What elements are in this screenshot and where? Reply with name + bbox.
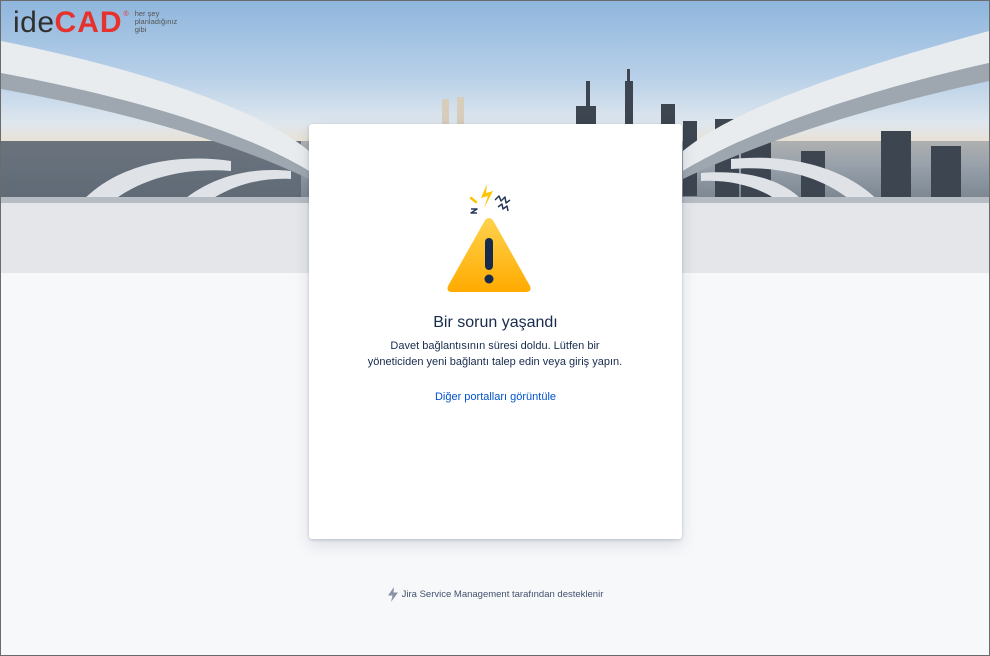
error-message: Davet bağlantısının süresi doldu. Lütfen… <box>367 340 623 368</box>
warning-icon <box>447 184 531 292</box>
idecad-logo[interactable]: ide CAD ® her şey planladığınız gibi <box>13 7 177 39</box>
lightning-bolt-icon <box>387 587 398 602</box>
logo-text-ide: ide <box>13 6 55 39</box>
logo-tagline: her şey planladığınız gibi <box>135 10 178 34</box>
logo-registered-mark: ® <box>123 11 129 18</box>
view-other-portals-link[interactable]: Diğer portalları görüntüle <box>309 391 682 403</box>
error-card: Bir sorun yaşandı Davet bağlantısının sü… <box>309 124 682 539</box>
spark-icon <box>481 184 493 208</box>
powered-by-text: Jira Service Management tarafından deste… <box>401 589 604 600</box>
powered-by-footer[interactable]: Jira Service Management tarafından deste… <box>1 587 989 602</box>
logo-tagline-line-3: gibi <box>134 25 147 34</box>
logo-text-cad: CAD <box>54 6 123 39</box>
error-title: Bir sorun yaşandı <box>433 314 558 331</box>
